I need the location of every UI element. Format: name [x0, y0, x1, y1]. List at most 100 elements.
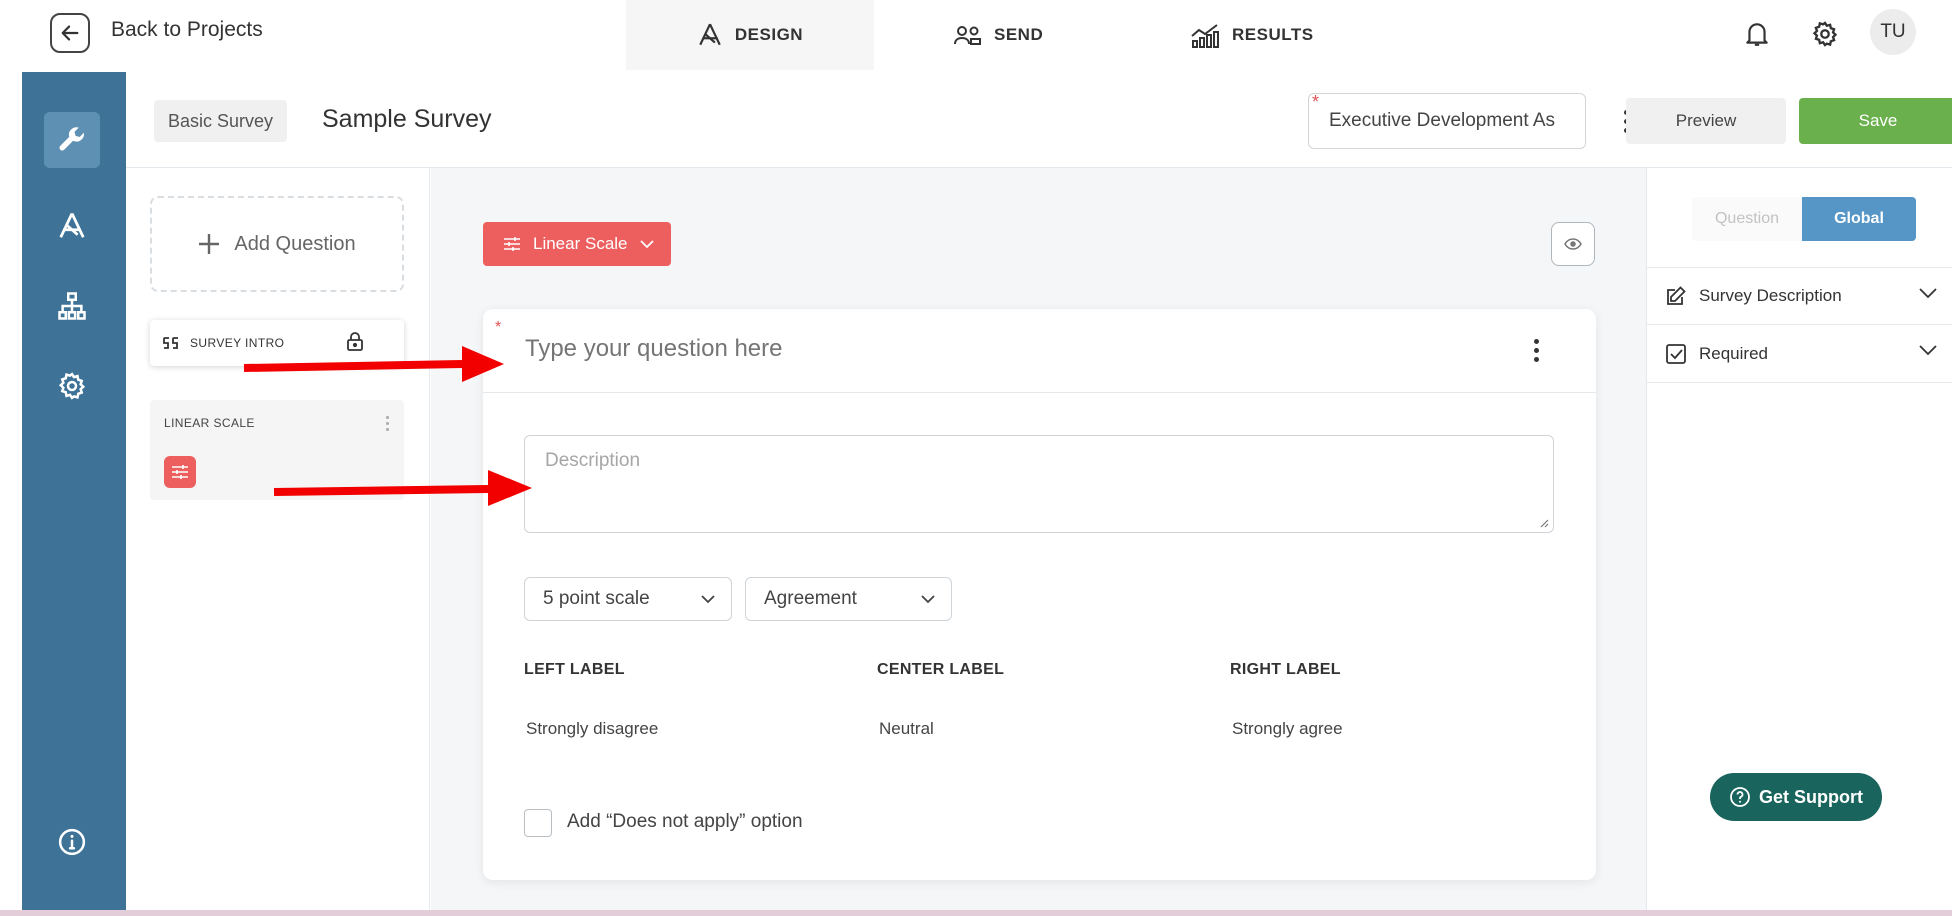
required-label: Required: [1699, 343, 1768, 363]
assessment-value: Executive Development As: [1329, 110, 1556, 131]
does-not-apply-label[interactable]: Add “Does not apply” option: [567, 811, 803, 833]
survey-intro-item[interactable]: SURVEY INTRO: [150, 320, 404, 366]
settings-panel: Question Global Survey Description Requi…: [1646, 168, 1952, 910]
checkbox-checked-icon: [1666, 343, 1686, 364]
required-marker: *: [1312, 92, 1320, 112]
tab-results-label: RESULTS: [1232, 25, 1314, 44]
dot: [1533, 348, 1539, 353]
tab-results[interactable]: RESULTS: [1190, 0, 1314, 70]
back-button[interactable]: [50, 13, 90, 53]
survey-description-label: Survey Description: [1699, 286, 1842, 305]
right-label-input[interactable]: Strongly agree: [1232, 719, 1343, 739]
question-list-panel: Add Question SURVEY INTRO LINEAR SCALE: [126, 168, 430, 910]
question-type-dropdown[interactable]: Linear Scale: [483, 222, 671, 266]
sidenav-structure[interactable]: [44, 278, 100, 334]
question-item-linear-scale[interactable]: LINEAR SCALE: [150, 400, 404, 500]
tab-send[interactable]: SEND: [954, 0, 1043, 70]
avatar-initials: TU: [1880, 21, 1906, 42]
survey-header: Basic Survey Sample Survey Executive Dev…: [126, 72, 1952, 168]
question-text-input[interactable]: [525, 335, 1425, 363]
tab-design-label: DESIGN: [734, 25, 804, 44]
dot: [1533, 339, 1539, 344]
top-bar: Back to Projects DESIGN SEND RESULTS TU: [0, 0, 1952, 70]
dot: [386, 416, 389, 419]
page-bottom-border: [0, 910, 1952, 916]
linear-scale-type-icon: [164, 456, 196, 488]
does-not-apply-checkbox[interactable]: [524, 809, 552, 837]
scale-type-value: Agreement: [764, 588, 857, 609]
side-navigation: [22, 72, 126, 910]
center-label-heading: CENTER LABEL: [877, 661, 1005, 678]
resize-handle-icon[interactable]: [1539, 518, 1549, 528]
arrow-left-icon: [61, 25, 79, 41]
plus-icon: [199, 234, 220, 254]
dot: [1533, 357, 1539, 362]
gear-icon: [58, 372, 86, 400]
quote-icon: [163, 337, 178, 349]
required-accordion[interactable]: Required: [1647, 325, 1952, 383]
save-button[interactable]: Save: [1799, 98, 1952, 144]
left-label-heading: LEFT LABEL: [524, 661, 625, 678]
settings-button[interactable]: [1805, 14, 1845, 54]
question-editor-canvas: Linear Scale * Description 5 point scale…: [431, 168, 1646, 910]
survey-description-accordion[interactable]: Survey Description: [1647, 267, 1952, 325]
sidenav-design[interactable]: [44, 198, 100, 254]
description-textarea[interactable]: Description: [524, 435, 1554, 533]
bell-icon: [1746, 23, 1768, 46]
get-support-button[interactable]: Get Support: [1710, 773, 1882, 821]
left-label-input[interactable]: Strongly disagree: [526, 719, 658, 739]
edit-icon: [1667, 286, 1686, 305]
question-item-title: LINEAR SCALE: [164, 416, 255, 430]
preview-question-button[interactable]: [1551, 222, 1595, 266]
right-label-heading: RIGHT LABEL: [1230, 661, 1341, 678]
tab-global[interactable]: Global: [1802, 197, 1916, 241]
tab-global-label: Global: [1834, 210, 1884, 227]
tab-design[interactable]: DESIGN: [626, 0, 874, 70]
required-marker: *: [495, 319, 502, 336]
scale-type-select[interactable]: Agreement: [745, 577, 952, 621]
question-item-more-menu[interactable]: [386, 416, 389, 431]
chevron-down-icon: [701, 594, 715, 603]
sidenav-settings[interactable]: [44, 358, 100, 414]
wrench-icon: [59, 127, 84, 151]
tab-question-label: Question: [1714, 210, 1780, 227]
sitemap-icon: [58, 292, 86, 320]
question-type-label: Linear Scale: [533, 234, 628, 253]
page-title[interactable]: Sample Survey: [322, 105, 492, 134]
avatar[interactable]: TU: [1870, 9, 1916, 55]
sidenav-tools[interactable]: [44, 112, 100, 168]
scale-points-select[interactable]: 5 point scale: [524, 577, 732, 621]
back-to-projects-link[interactable]: Back to Projects: [111, 18, 263, 42]
chevron-down-icon: [639, 239, 654, 248]
design-icon: [59, 212, 85, 238]
info-icon: [58, 828, 86, 856]
center-label-input[interactable]: Neutral: [879, 719, 934, 739]
tab-question[interactable]: Question: [1692, 197, 1802, 241]
sliders-icon: [504, 237, 520, 251]
description-placeholder: Description: [545, 450, 641, 471]
sidenav-info[interactable]: [44, 814, 100, 870]
dot: [386, 428, 389, 431]
tab-send-label: SEND: [994, 25, 1044, 44]
design-icon: [699, 23, 721, 46]
survey-intro-label: SURVEY INTRO: [190, 336, 285, 350]
chevron-down-icon: [921, 594, 935, 603]
preview-button[interactable]: Preview: [1626, 98, 1786, 144]
notifications-button[interactable]: [1737, 14, 1777, 54]
add-question-button[interactable]: Add Question: [150, 196, 404, 292]
question-card: * Description 5 point scale Agreement LE…: [483, 309, 1596, 880]
chevron-down-icon: [1919, 288, 1937, 299]
help-circle-icon: [1730, 787, 1750, 807]
lock-icon: [347, 332, 363, 351]
gear-icon: [1812, 21, 1838, 47]
chevron-down-icon: [1919, 345, 1937, 356]
add-question-label: Add Question: [234, 232, 356, 255]
scale-points-value: 5 point scale: [543, 588, 650, 609]
survey-type-chip[interactable]: Basic Survey: [154, 100, 288, 142]
survey-type-label: Basic Survey: [168, 110, 274, 131]
settings-scope-toggle: Question Global: [1692, 197, 1916, 241]
assessment-field[interactable]: Executive Development As: [1308, 93, 1586, 149]
question-more-menu[interactable]: [1530, 339, 1542, 362]
preview-label: Preview: [1675, 111, 1737, 130]
get-support-label: Get Support: [1759, 786, 1863, 807]
